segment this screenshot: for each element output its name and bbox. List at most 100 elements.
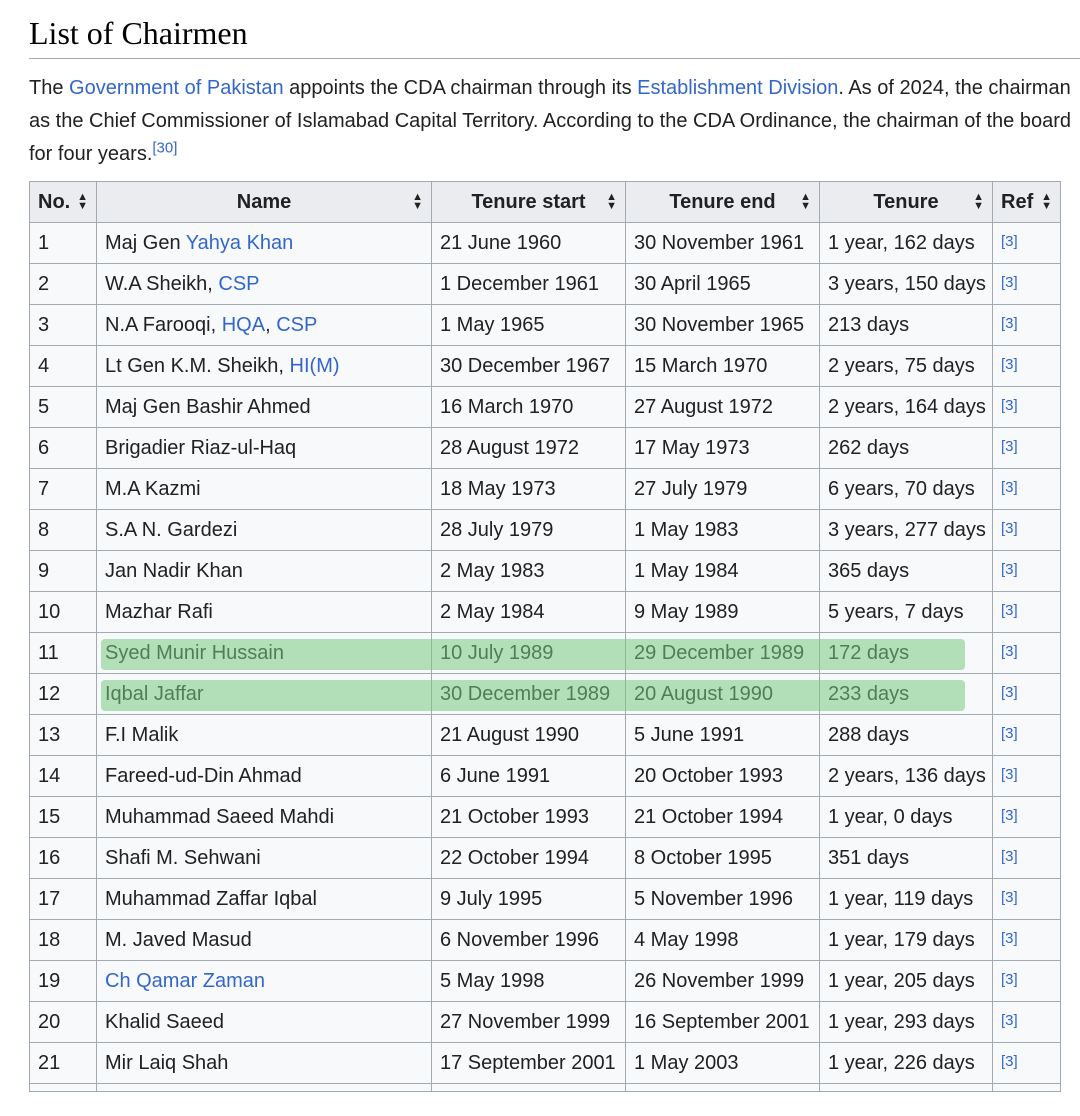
cell-tenure: 1 year, 162 days bbox=[819, 222, 993, 264]
name-text: Khalid Saeed bbox=[105, 1010, 224, 1033]
citation-3-link[interactable]: [3] bbox=[1001, 1012, 1018, 1029]
name-link[interactable]: HQA bbox=[222, 314, 265, 336]
table-row: 11 Syed Munir Hussain 10 July 1989 29 Decem… bbox=[29, 632, 1061, 674]
citation-3-link[interactable]: [3] bbox=[1001, 848, 1018, 865]
citation-3-link[interactable]: [3] bbox=[1001, 520, 1018, 537]
col-header-ref[interactable]: Ref ▲ ▼ bbox=[992, 181, 1061, 223]
cell-name: Iqbal Jaffar bbox=[96, 673, 432, 715]
cell-tenure: 233 days bbox=[819, 673, 993, 715]
cell-tenure: 1 year, 0 days bbox=[819, 796, 993, 838]
intro-text: for four years. bbox=[29, 143, 153, 165]
cell-tenure: 213 days bbox=[819, 304, 993, 346]
name-text: , bbox=[265, 313, 277, 336]
cell-tenure-start: 22 October 1994 bbox=[431, 837, 626, 879]
cell-ref: [3] bbox=[992, 632, 1061, 674]
cell-tenure: 3 years, 150 days bbox=[819, 263, 993, 305]
cell-no: 7 bbox=[29, 468, 97, 510]
col-header-tenure[interactable]: Tenure ▲ ▼ bbox=[819, 181, 993, 223]
table-header-row: No. ▲ ▼ Name ▲ ▼ Tenure start ▲ ▼ Tenure end ▲ ▼… bbox=[29, 181, 1061, 223]
cell-no: 18 bbox=[29, 919, 97, 961]
name-text: M.A Kazmi bbox=[105, 477, 201, 500]
name-link[interactable]: HI(M) bbox=[290, 355, 340, 377]
citation-3-link[interactable]: [3] bbox=[1001, 356, 1018, 373]
cell-name: S.A N. Gardezi bbox=[96, 509, 432, 551]
cell-tenure-start: 28 August 1972 bbox=[431, 427, 626, 469]
citation-3-link[interactable]: [3] bbox=[1001, 233, 1018, 250]
citation-3-link[interactable]: [3] bbox=[1001, 274, 1018, 291]
name-text: Mir Laiq Shah bbox=[105, 1051, 229, 1074]
table-row: 12 Iqbal Jaffar 30 December 1989 20 August … bbox=[29, 673, 1061, 715]
table-row: 4 Lt Gen K.M. Sheikh, HI(M) 30 December 19… bbox=[29, 345, 1061, 387]
col-header-label: No. bbox=[38, 190, 71, 213]
citation-3-link[interactable]: [3] bbox=[1001, 930, 1018, 947]
name-text: Lt Gen K.M. Sheikh, bbox=[105, 354, 290, 377]
citation-3-link[interactable]: [3] bbox=[1001, 725, 1018, 742]
citation-3-link[interactable]: [3] bbox=[1001, 315, 1018, 332]
citation-3-link[interactable]: [3] bbox=[1001, 684, 1018, 701]
cell-no: 17 bbox=[29, 878, 97, 920]
cell-name: M.A Kazmi bbox=[96, 468, 432, 510]
cell-tenure-end: 30 November 1961 bbox=[625, 222, 820, 264]
table-row: 7 M.A Kazmi 18 May 1973 27 July 1979 6 years… bbox=[29, 468, 1061, 510]
sort-arrows-icon[interactable]: ▲ ▼ bbox=[606, 192, 617, 212]
cell-tenure: 2 years, 136 days bbox=[819, 755, 993, 797]
name-link[interactable]: Yahya Khan bbox=[186, 232, 294, 254]
cell-tenure-end: 29 December 1989 bbox=[625, 632, 820, 674]
citation-3-link[interactable]: [3] bbox=[1001, 1053, 1018, 1070]
citation-3-link[interactable]: [3] bbox=[1001, 643, 1018, 660]
cell-ref: [3] bbox=[992, 222, 1061, 264]
cell-tenure-start: 2 May 1984 bbox=[431, 591, 626, 633]
cell-ref: [3] bbox=[992, 509, 1061, 551]
name-link[interactable]: CSP bbox=[218, 273, 259, 295]
sort-arrows-icon[interactable]: ▲ ▼ bbox=[973, 192, 984, 212]
citation-30-link[interactable]: [30] bbox=[152, 139, 177, 156]
table-row: 8 S.A N. Gardezi 28 July 1979 1 May 1983 3 y… bbox=[29, 509, 1061, 551]
col-header-name[interactable]: Name ▲ ▼ bbox=[96, 181, 432, 223]
name-text: F.I Malik bbox=[105, 723, 179, 746]
intro-line-3: for four years.[30] bbox=[29, 138, 1080, 171]
sort-arrows-icon[interactable]: ▲ ▼ bbox=[800, 192, 811, 212]
col-header-no[interactable]: No. ▲ ▼ bbox=[29, 181, 97, 223]
table-row: 17 Muhammad Zaffar Iqbal 9 July 1995 5 Nove… bbox=[29, 878, 1061, 920]
cell-name: Muhammad Zaffar Iqbal bbox=[96, 878, 432, 920]
table-row: 14 Fareed-ud-Din Ahmad 6 June 1991 20 Octob… bbox=[29, 755, 1061, 797]
cell-tenure: 1 year, 293 days bbox=[819, 1001, 993, 1043]
col-header-tenure-start[interactable]: Tenure start ▲ ▼ bbox=[431, 181, 626, 223]
sort-arrows-icon[interactable]: ▲ ▼ bbox=[77, 192, 88, 212]
cell-tenure: 288 days bbox=[819, 714, 993, 756]
col-header-tenure-end[interactable]: Tenure end ▲ ▼ bbox=[625, 181, 820, 223]
citation-3-link[interactable]: [3] bbox=[1001, 397, 1018, 414]
citation-3-link[interactable]: [3] bbox=[1001, 807, 1018, 824]
citation-3-link[interactable]: [3] bbox=[1001, 602, 1018, 619]
section-heading: List of Chairmen bbox=[29, 12, 1080, 59]
sort-arrows-icon[interactable]: ▲ ▼ bbox=[412, 192, 423, 212]
name-link[interactable]: CSP bbox=[276, 314, 317, 336]
government-of-pakistan-link[interactable]: Government of Pakistan bbox=[69, 77, 284, 99]
establishment-division-link[interactable]: Establishment Division bbox=[637, 77, 838, 99]
citation-3-link[interactable]: [3] bbox=[1001, 561, 1018, 578]
cell-tenure-start: 21 June 1960 bbox=[431, 222, 626, 264]
cell-tenure: 5 years, 7 days bbox=[819, 591, 993, 633]
citation-3-link[interactable]: [3] bbox=[1001, 971, 1018, 988]
name-link[interactable]: Ch Qamar Zaman bbox=[105, 970, 265, 992]
cell-tenure-end: 20 October 1993 bbox=[625, 755, 820, 797]
cell-no: 9 bbox=[29, 550, 97, 592]
col-header-label: Tenure end bbox=[669, 190, 776, 213]
cell-ref: [3] bbox=[992, 673, 1061, 715]
cell-ref: [3] bbox=[992, 919, 1061, 961]
table-row: 10 Mazhar Rafi 2 May 1984 9 May 1989 5 years… bbox=[29, 591, 1061, 633]
cell-ref: [3] bbox=[992, 386, 1061, 428]
cell-tenure-end: 5 November 1996 bbox=[625, 878, 820, 920]
chairmen-table: No. ▲ ▼ Name ▲ ▼ Tenure start ▲ ▼ Tenure end ▲ ▼… bbox=[29, 181, 1061, 1092]
cell-name: Syed Munir Hussain bbox=[96, 632, 432, 674]
name-text: S.A N. Gardezi bbox=[105, 518, 238, 541]
citation-3-link[interactable]: [3] bbox=[1001, 438, 1018, 455]
citation-3-link[interactable]: [3] bbox=[1001, 889, 1018, 906]
cell-empty bbox=[29, 1083, 97, 1092]
sort-arrows-icon[interactable]: ▲ ▼ bbox=[1041, 192, 1052, 212]
citation-3-link[interactable]: [3] bbox=[1001, 479, 1018, 496]
cell-tenure-start: 17 September 2001 bbox=[431, 1042, 626, 1084]
cell-ref: [3] bbox=[992, 1042, 1061, 1084]
name-text: Shafi M. Sehwani bbox=[105, 846, 261, 869]
citation-3-link[interactable]: [3] bbox=[1001, 766, 1018, 783]
